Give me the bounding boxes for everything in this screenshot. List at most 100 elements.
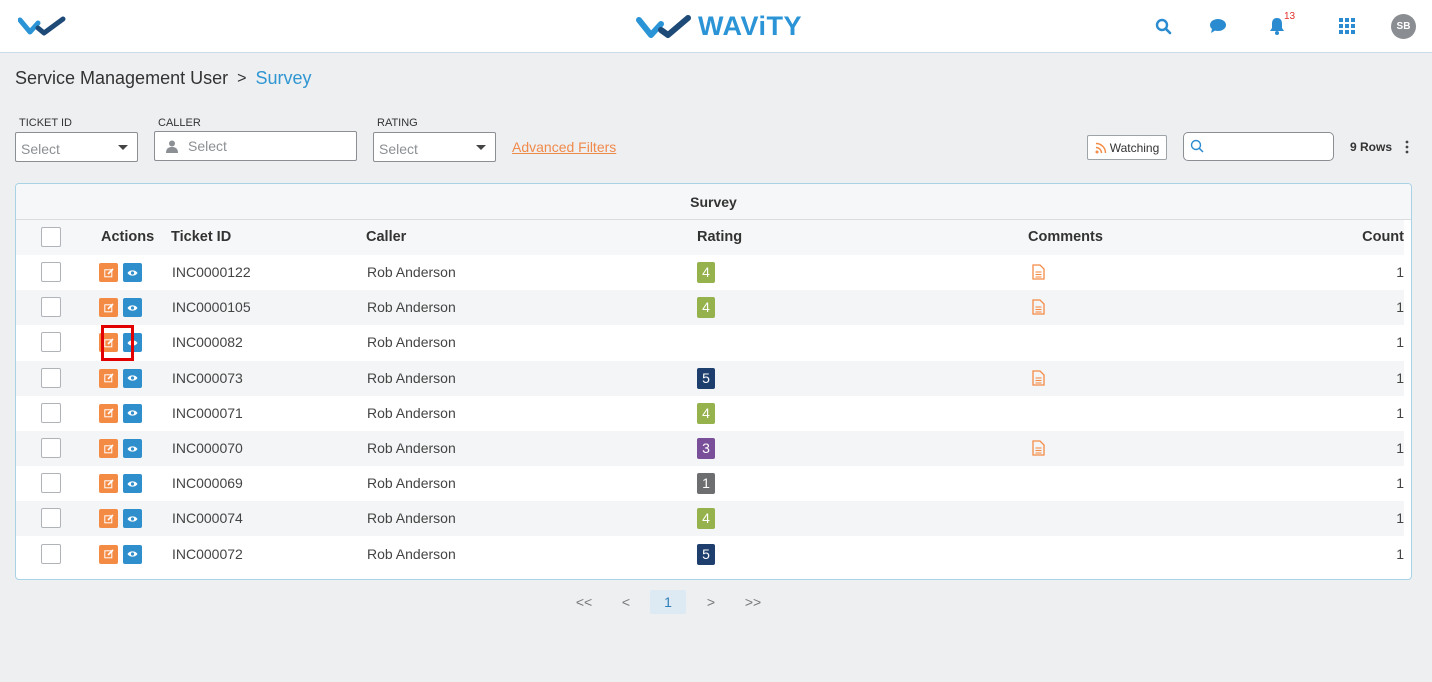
edit-icon: [103, 303, 114, 312]
advanced-filters-link[interactable]: Advanced Filters: [512, 139, 616, 155]
ticket-id-cell[interactable]: INC000082: [172, 325, 243, 360]
ticket-id-cell[interactable]: INC0000122: [172, 255, 251, 290]
edit-button[interactable]: [99, 439, 118, 458]
comment-document-icon[interactable]: [1032, 440, 1045, 459]
view-button[interactable]: [123, 298, 142, 318]
ticket-id-cell[interactable]: INC000070: [172, 431, 243, 466]
edit-icon: [103, 549, 114, 559]
next-page-button[interactable]: >: [699, 590, 723, 614]
first-page-button[interactable]: <<: [572, 590, 596, 614]
rating-badge: 5: [697, 367, 715, 389]
search-icon: [1190, 139, 1204, 153]
rating-badge: 4: [697, 508, 715, 530]
table-search[interactable]: [1183, 132, 1334, 161]
view-button[interactable]: [123, 509, 142, 529]
table-search-input[interactable]: [1208, 137, 1328, 157]
apps-grid-icon[interactable]: [1336, 15, 1358, 37]
row-checkbox[interactable]: [41, 543, 61, 564]
count-cell: 1: [1396, 404, 1404, 421]
ticket-id-filter-select[interactable]: Select: [15, 132, 138, 162]
table-row[interactable]: INC0000122 Rob Anderson 4 1: [16, 255, 1404, 290]
table-row[interactable]: INC000072 Rob Anderson 5 1: [16, 537, 1404, 572]
edit-icon: [103, 267, 114, 277]
table-row[interactable]: INC000073 Rob Anderson 5 1: [16, 360, 1404, 396]
view-button[interactable]: [123, 368, 142, 388]
eye-icon: [127, 551, 138, 557]
eye-icon: [127, 269, 138, 276]
view-button[interactable]: [123, 403, 142, 423]
edit-button[interactable]: [99, 474, 118, 494]
brand-logo[interactable]: WAViTY: [636, 11, 802, 42]
breadcrumb-current[interactable]: Survey: [255, 68, 311, 89]
eye-icon: [127, 305, 138, 311]
view-button[interactable]: [123, 474, 142, 494]
edit-button[interactable]: [99, 509, 118, 529]
column-header-ticket-id[interactable]: Ticket ID: [171, 220, 231, 255]
home-logo-icon[interactable]: [17, 16, 67, 41]
row-checkbox[interactable]: [41, 402, 61, 423]
page-1-button[interactable]: 1: [650, 590, 686, 614]
select-all-checkbox[interactable]: [41, 227, 61, 247]
rating-filter-select[interactable]: Select: [373, 132, 496, 162]
caller-cell: Rob Anderson: [367, 440, 456, 456]
row-checkbox[interactable]: [41, 332, 61, 353]
row-checkbox[interactable]: [41, 438, 61, 458]
watching-button[interactable]: Watching: [1087, 135, 1167, 160]
more-options-icon[interactable]: [1402, 139, 1412, 155]
prev-page-button[interactable]: <: [614, 590, 638, 614]
edit-button[interactable]: [99, 368, 118, 388]
row-checkbox[interactable]: [41, 262, 61, 282]
row-checkbox[interactable]: [41, 473, 61, 494]
caller-cell: Rob Anderson: [367, 404, 456, 421]
table-title: Survey: [16, 184, 1411, 220]
count-cell: 1: [1396, 369, 1404, 386]
breadcrumb-separator: >: [237, 69, 247, 87]
column-header-rating[interactable]: Rating: [697, 220, 742, 255]
table-row[interactable]: INC000069 Rob Anderson 1 1: [16, 466, 1404, 501]
caller-filter-input[interactable]: Select: [154, 131, 357, 161]
table-row[interactable]: INC000070 Rob Anderson 3 1: [16, 431, 1404, 466]
last-page-button[interactable]: >>: [741, 590, 765, 614]
view-button[interactable]: [123, 439, 142, 458]
column-header-comments[interactable]: Comments: [1028, 220, 1103, 255]
rating-badge: 5: [697, 543, 715, 565]
caller-cell: Rob Anderson: [367, 510, 456, 527]
ticket-id-cell[interactable]: INC000074: [172, 501, 243, 536]
row-checkbox[interactable]: [41, 367, 61, 388]
view-button[interactable]: [123, 544, 142, 564]
edit-button[interactable]: [99, 544, 118, 564]
edit-button[interactable]: [99, 263, 118, 282]
view-button[interactable]: [123, 263, 142, 282]
ticket-id-cell[interactable]: INC000069: [172, 466, 243, 501]
count-cell: 1: [1396, 475, 1404, 492]
eye-icon: [127, 410, 138, 416]
caller-cell: Rob Anderson: [367, 369, 456, 386]
ticket-id-cell[interactable]: INC000073: [172, 361, 243, 396]
comment-document-icon[interactable]: [1032, 299, 1045, 318]
row-checkbox[interactable]: [41, 297, 61, 318]
edit-button[interactable]: [99, 298, 118, 318]
ticket-id-cell[interactable]: INC000071: [172, 396, 243, 431]
column-header-caller[interactable]: Caller: [366, 220, 406, 255]
breadcrumb: Service Management User > Survey: [15, 68, 311, 89]
caller-cell: Rob Anderson: [367, 264, 456, 280]
comment-document-icon[interactable]: [1032, 264, 1045, 283]
search-icon[interactable]: [1152, 15, 1174, 37]
row-checkbox[interactable]: [41, 508, 61, 529]
ticket-id-cell[interactable]: INC000072: [172, 537, 243, 572]
table-row[interactable]: INC000082 Rob Anderson 1: [16, 325, 1404, 360]
chat-icon[interactable]: [1207, 15, 1229, 37]
table-row[interactable]: INC000071 Rob Anderson 4 1: [16, 396, 1404, 431]
table-row[interactable]: INC0000105 Rob Anderson 4 1: [16, 290, 1404, 326]
rows-count: 9 Rows: [1350, 140, 1393, 154]
edit-button[interactable]: [99, 403, 118, 423]
breadcrumb-parent[interactable]: Service Management User: [15, 68, 228, 89]
ticket-id-cell[interactable]: INC0000105: [172, 290, 251, 325]
highlight-box: [101, 325, 134, 361]
rating-filter-placeholder: Select: [379, 141, 418, 157]
count-cell: 1: [1396, 440, 1404, 456]
column-header-count[interactable]: Count: [1362, 220, 1404, 255]
table-row[interactable]: INC000074 Rob Anderson 4 1: [16, 501, 1404, 537]
user-avatar[interactable]: SB: [1391, 14, 1416, 39]
comment-document-icon[interactable]: [1032, 369, 1045, 389]
